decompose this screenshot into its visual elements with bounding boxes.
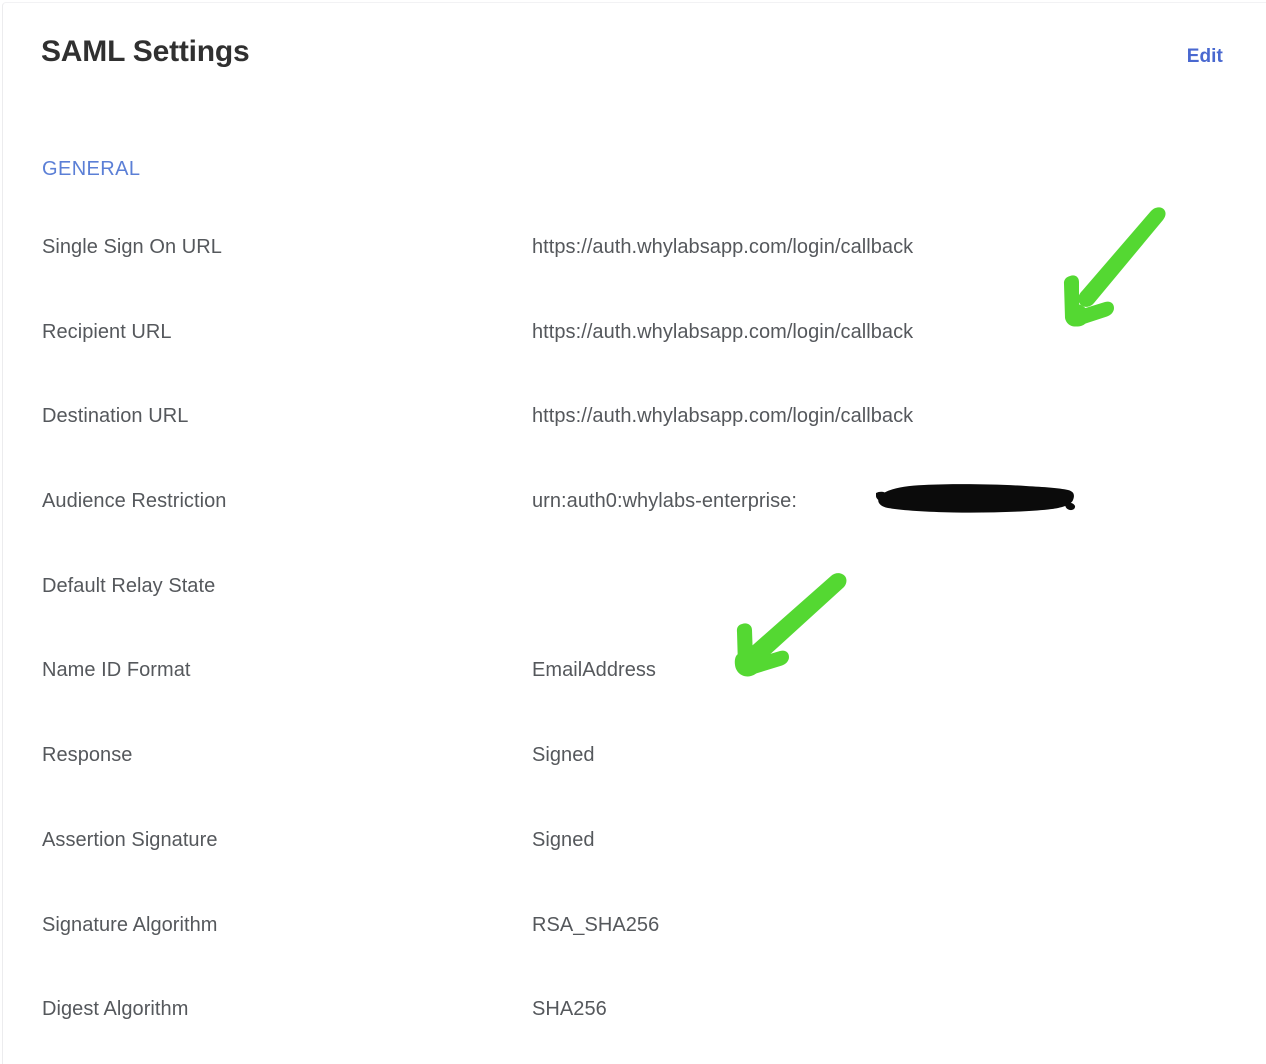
saml-settings-page: SAML Settings Edit GENERAL Single Sign O… (0, 0, 1266, 1064)
table-row: Digest Algorithm SHA256 (0, 994, 1266, 1064)
row-value-name-id-format: EmailAddress (532, 659, 656, 682)
section-heading-general: GENERAL (42, 158, 141, 180)
settings-list: Single Sign On URL https://auth.whylabsa… (0, 232, 1266, 1064)
table-row: Recipient URL https://auth.whylabsapp.co… (0, 317, 1266, 402)
row-label-name-id-format: Name ID Format (42, 659, 191, 682)
row-label-assertion-signature: Assertion Signature (42, 828, 218, 851)
table-row: Response Signed (0, 740, 1266, 825)
row-value-signature-algorithm: RSA_SHA256 (532, 913, 660, 936)
table-row: Single Sign On URL https://auth.whylabsa… (0, 232, 1266, 317)
table-row: Assertion Signature Signed (0, 825, 1266, 910)
table-row: Default Relay State (0, 571, 1266, 656)
page-header: SAML Settings Edit (0, 0, 1266, 110)
table-row: Audience Restriction urn:auth0:whylabs-e… (0, 486, 1266, 571)
row-value-recipient-url: https://auth.whylabsapp.com/login/callba… (532, 320, 914, 343)
row-label-digest-algorithm: Digest Algorithm (42, 998, 189, 1021)
row-value-single-sign-on-url: https://auth.whylabsapp.com/login/callba… (532, 236, 914, 258)
row-value-destination-url: https://auth.whylabsapp.com/login/callba… (532, 405, 914, 428)
table-row: Destination URL https://auth.whylabsapp.… (0, 401, 1266, 486)
row-label-audience-restriction: Audience Restriction (42, 490, 227, 513)
row-label-destination-url: Destination URL (42, 405, 189, 428)
row-label-single-sign-on-url: Single Sign On URL (42, 236, 222, 258)
row-value-response: Signed (532, 744, 595, 767)
row-value-digest-algorithm: SHA256 (532, 998, 607, 1021)
table-row: Signature Algorithm RSA_SHA256 (0, 910, 1266, 995)
row-label-recipient-url: Recipient URL (42, 320, 172, 343)
row-value-assertion-signature: Signed (532, 828, 595, 851)
edit-button[interactable]: Edit (1187, 44, 1223, 70)
row-value-audience-restriction: urn:auth0:whylabs-enterprise: (532, 490, 797, 513)
row-label-default-relay-state: Default Relay State (42, 574, 216, 597)
row-label-response: Response (42, 744, 133, 767)
row-label-signature-algorithm: Signature Algorithm (42, 913, 218, 936)
page-title: SAML Settings (41, 35, 250, 68)
table-row: Name ID Format EmailAddress (0, 655, 1266, 740)
